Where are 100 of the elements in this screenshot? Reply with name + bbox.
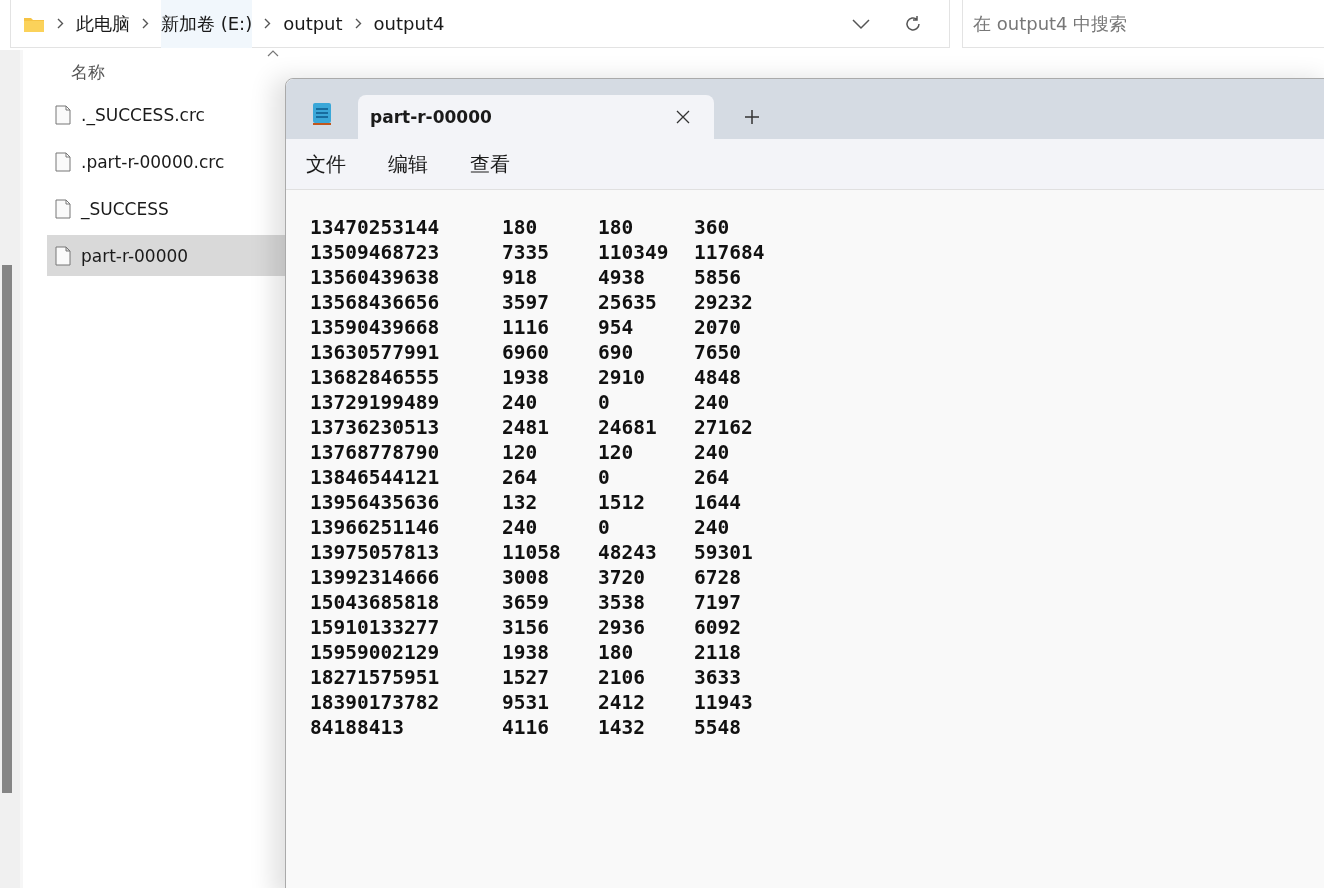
file-icon <box>55 151 71 172</box>
text-value: 27162 <box>694 415 753 440</box>
text-value: 240 <box>502 515 539 540</box>
text-value: 0 <box>598 515 611 540</box>
text-value: 13509468723 <box>310 240 441 265</box>
breadcrumb-item[interactable]: 此电脑 <box>76 0 130 48</box>
text-value: 1116 <box>502 315 550 340</box>
text-value: 3156 <box>502 615 550 640</box>
text-value: 5856 <box>694 265 741 290</box>
text-value: 13736230513 <box>310 415 441 440</box>
text-value: 2118 <box>694 640 741 665</box>
text-value: 117684 <box>694 240 765 265</box>
text-value: 13768778790 <box>310 440 441 465</box>
file-icon <box>55 198 71 219</box>
search-field[interactable]: 在 output4 中搜索 <box>962 0 1324 48</box>
text-value: 15910133277 <box>310 615 441 640</box>
file-item[interactable]: part-r-00000 <box>47 235 285 276</box>
text-value: 180 <box>598 640 635 665</box>
text-value: 6728 <box>694 565 741 590</box>
text-value: 13470253144 <box>310 215 441 240</box>
text-value: 9531 <box>502 690 550 715</box>
close-icon[interactable] <box>676 110 690 124</box>
text-value: 13975057813 <box>310 540 441 565</box>
text-value: 4938 <box>598 265 646 290</box>
text-value: 180 <box>598 215 635 240</box>
text-value: 2936 <box>598 615 646 640</box>
text-value: 240 <box>502 390 539 415</box>
document-tab[interactable]: part-r-00000 <box>358 95 714 139</box>
text-value: 264 <box>502 465 539 490</box>
dropdown-icon[interactable] <box>851 17 871 30</box>
text-value: 2910 <box>598 365 646 390</box>
text-value: 1527 <box>502 665 550 690</box>
text-value: 48243 <box>598 540 658 565</box>
text-value: 954 <box>598 315 635 340</box>
scrollbar-thumb[interactable] <box>2 265 12 793</box>
text-value: 13956435636 <box>310 490 441 515</box>
file-icon <box>55 245 71 266</box>
breadcrumb-item[interactable]: output <box>283 1 343 46</box>
text-value: 13568436656 <box>310 290 441 315</box>
text-value: 3720 <box>598 565 646 590</box>
menu-item[interactable]: 编辑 <box>388 150 428 178</box>
text-value: 360 <box>694 215 730 240</box>
text-value: 3538 <box>598 590 646 615</box>
text-value: 240 <box>694 515 730 540</box>
text-value: 3659 <box>502 590 550 615</box>
file-item[interactable]: _SUCCESS <box>47 188 285 229</box>
text-value: 1938 <box>502 365 550 390</box>
text-value: 13966251146 <box>310 515 441 540</box>
text-value: 13560439638 <box>310 265 441 290</box>
text-value: 6960 <box>502 340 550 365</box>
file-icon <box>55 104 71 125</box>
text-value: 24681 <box>598 415 658 440</box>
text-value: 3597 <box>502 290 550 315</box>
chevron-icon <box>264 18 272 29</box>
text-value: 120 <box>598 440 635 465</box>
text-value: 13729199489 <box>310 390 441 415</box>
text-value: 1432 <box>598 715 646 740</box>
text-value: 4116 <box>502 715 550 740</box>
file-item[interactable]: ._SUCCESS.crc <box>47 94 285 135</box>
refresh-icon[interactable] <box>903 13 923 34</box>
text-value: 7335 <box>502 240 550 265</box>
file-item[interactable]: .part-r-00000.crc <box>47 141 285 182</box>
column-header[interactable]: 名称 <box>71 60 105 84</box>
address-bar[interactable]: 此电脑 新加卷 (E:) output output4 <box>10 0 950 48</box>
text-value: 0 <box>598 390 611 415</box>
text-value: 18390173782 <box>310 690 441 715</box>
text-value: 132 <box>502 490 539 515</box>
text-value: 11943 <box>694 690 753 715</box>
text-value: 180 <box>502 215 539 240</box>
text-value: 1938 <box>502 640 550 665</box>
text-value: 3633 <box>694 665 741 690</box>
chevron-icon <box>142 18 149 29</box>
text-value: 1512 <box>598 490 646 515</box>
text-value: 264 <box>694 465 730 490</box>
text-value: 13846544121 <box>310 465 441 490</box>
text-value: 1644 <box>694 490 741 515</box>
menu-item[interactable]: 查看 <box>470 150 510 178</box>
text-value: 7197 <box>694 590 741 615</box>
breadcrumb-item[interactable]: output4 <box>373 1 445 46</box>
text-value: 13992314666 <box>310 565 441 590</box>
sort-icon <box>267 50 279 57</box>
text-value: 5548 <box>694 715 741 740</box>
text-value: 29232 <box>694 290 753 315</box>
text-value: 2070 <box>694 315 741 340</box>
text-value: 11058 <box>502 540 562 565</box>
text-value: 59301 <box>694 540 753 565</box>
text-value: 18271575951 <box>310 665 441 690</box>
text-value: 25635 <box>598 290 658 315</box>
text-value: 110349 <box>598 240 670 265</box>
menu-item[interactable]: 文件 <box>306 150 346 178</box>
text-value: 13682846555 <box>310 365 441 390</box>
text-value: 15043685818 <box>310 590 441 615</box>
text-value: 2412 <box>598 690 646 715</box>
text-value: 6092 <box>694 615 741 640</box>
text-value: 13590439668 <box>310 315 441 340</box>
breadcrumb-item[interactable]: 新加卷 (E:) <box>161 0 253 48</box>
text-value: 2106 <box>598 665 646 690</box>
text-value: 4848 <box>694 365 741 390</box>
text-value: 3008 <box>502 565 550 590</box>
new-tab-icon[interactable] <box>744 109 760 125</box>
